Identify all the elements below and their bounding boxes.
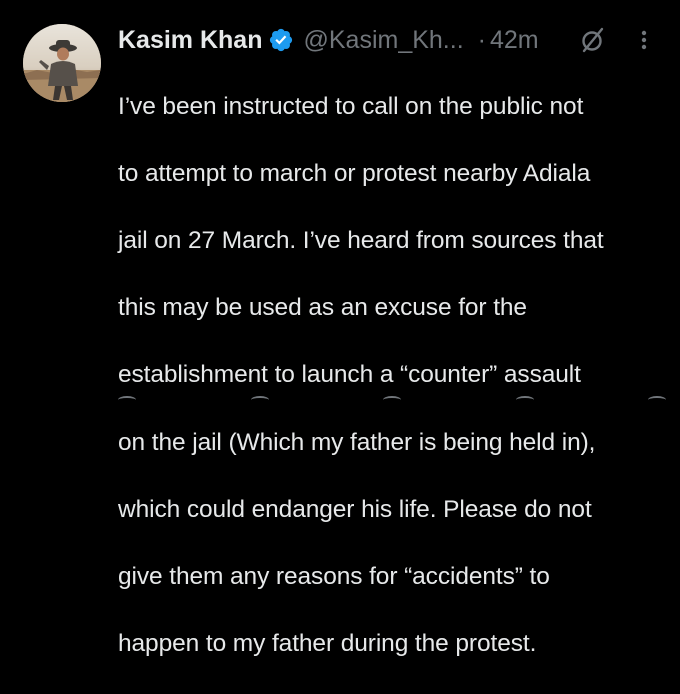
- share-icon[interactable]: [648, 396, 666, 404]
- tweet-text-line: to attempt to march or protest nearby Ad…: [118, 159, 591, 187]
- display-name[interactable]: Kasim Khan: [118, 26, 262, 55]
- grok-icon[interactable]: [579, 26, 607, 54]
- tweet-text: I’ve been instructed to call on the publ…: [118, 56, 666, 694]
- tweet-text-line: on the jail (Which my father is being he…: [118, 428, 596, 456]
- avatar[interactable]: [23, 24, 101, 102]
- separator-dot: ·: [477, 25, 486, 54]
- reply-icon[interactable]: [118, 396, 136, 404]
- tweet-text-line: which could endanger his life. Please do…: [118, 495, 592, 523]
- tweet-text-line: I’ve been instructed to call on the publ…: [118, 92, 584, 120]
- more-options-icon[interactable]: [639, 26, 649, 54]
- tweet-text-line: happen to my father during the protest.: [118, 630, 537, 658]
- tweet-text-line: establishment to launch a “counter” assa…: [118, 361, 581, 389]
- tweet-text-line: this may be used as an excuse for the: [118, 294, 527, 322]
- user-handle[interactable]: @Kasim_Kh...: [303, 26, 463, 55]
- tweet-text-line: give them any reasons for “accidents” to: [118, 562, 550, 590]
- tweet-text-line: jail on 27 March. I’ve heard from source…: [118, 226, 604, 254]
- tweet-header: Kasim Khan @Kasim_Kh... · 42m: [118, 22, 663, 58]
- verified-badge-icon: [268, 27, 294, 53]
- tweet-card[interactable]: Kasim Khan @Kasim_Kh... · 42m I’ve been: [0, 0, 680, 657]
- like-icon[interactable]: [383, 396, 401, 404]
- action-bar: [118, 396, 666, 402]
- repost-icon[interactable]: [250, 396, 269, 404]
- views-icon[interactable]: [515, 396, 534, 404]
- tweet-timestamp[interactable]: 42m: [490, 26, 539, 55]
